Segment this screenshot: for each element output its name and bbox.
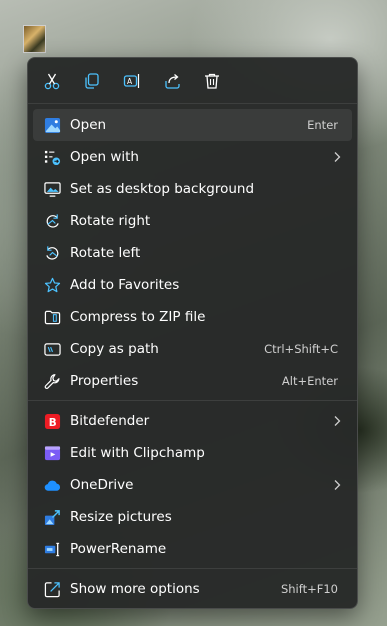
- show-more-options-icon: [43, 580, 61, 598]
- clipchamp-icon: [43, 444, 61, 462]
- rotate-left-icon: [43, 244, 61, 262]
- context-menu: A Open Enter Open with Set as desktop ba…: [27, 57, 358, 609]
- trash-icon: [205, 73, 219, 89]
- menu-item-copy-as-path[interactable]: Copy as path Ctrl+Shift+C: [33, 333, 352, 365]
- menu-divider: [28, 568, 357, 569]
- chevron-right-icon: [334, 416, 341, 426]
- cut-button[interactable]: [40, 69, 64, 93]
- menu-item-label: Copy as path: [70, 341, 159, 357]
- menu-item-set-desktop-background[interactable]: Set as desktop background: [33, 173, 352, 205]
- menu-item-label: Open with: [70, 149, 139, 165]
- menu-item-label: Compress to ZIP file: [70, 309, 206, 325]
- menu-item-label: Bitdefender: [70, 413, 150, 429]
- share-icon: [165, 73, 180, 89]
- menu-item-onedrive[interactable]: OneDrive: [33, 469, 352, 501]
- menu-items: Open Enter Open with Set as desktop back…: [28, 104, 357, 605]
- open-image-icon: [43, 116, 61, 134]
- delete-button[interactable]: [200, 69, 224, 93]
- shortcut-text: Ctrl+Shift+C: [264, 342, 338, 356]
- menu-item-properties[interactable]: Properties Alt+Enter: [33, 365, 352, 397]
- menu-item-label: Add to Favorites: [70, 277, 180, 293]
- copy-button[interactable]: [80, 69, 104, 93]
- menu-item-label: Rotate left: [70, 245, 141, 261]
- zip-folder-icon: [43, 308, 61, 326]
- menu-item-label: Resize pictures: [70, 509, 172, 525]
- copy-path-icon: [43, 340, 61, 358]
- rename-icon: A: [123, 73, 140, 88]
- menu-item-compress-zip[interactable]: Compress to ZIP file: [33, 301, 352, 333]
- chevron-right-icon: [334, 152, 341, 162]
- menu-item-bitdefender[interactable]: B Bitdefender: [33, 405, 352, 437]
- menu-item-label: Edit with Clipchamp: [70, 445, 205, 461]
- rotate-right-icon: [43, 212, 61, 230]
- quick-action-bar: A: [28, 58, 357, 104]
- svg-text:B: B: [48, 416, 56, 428]
- rename-button[interactable]: A: [120, 69, 144, 93]
- shortcut-text: Alt+Enter: [281, 374, 338, 388]
- bitdefender-icon: B: [43, 412, 61, 430]
- menu-divider: [28, 400, 357, 401]
- menu-item-label: OneDrive: [70, 477, 134, 493]
- menu-item-label: Set as desktop background: [70, 181, 255, 197]
- resize-pictures-icon: [43, 508, 61, 526]
- menu-item-rotate-left[interactable]: Rotate left: [33, 237, 352, 269]
- copy-icon: [85, 72, 99, 89]
- menu-item-rotate-right[interactable]: Rotate right: [33, 205, 352, 237]
- menu-item-label: PowerRename: [70, 541, 167, 557]
- chevron-right-icon: [334, 480, 341, 490]
- cut-icon: [44, 73, 60, 89]
- menu-item-open-with[interactable]: Open with: [33, 141, 352, 173]
- powerrename-icon: [43, 540, 61, 558]
- menu-item-label: Properties: [70, 373, 139, 389]
- shortcut-text: Shift+F10: [280, 582, 338, 596]
- selected-image-thumbnail[interactable]: [23, 25, 46, 53]
- desktop-background-icon: [43, 180, 61, 198]
- menu-item-label: Open: [70, 117, 107, 133]
- menu-item-show-more-options[interactable]: Show more options Shift+F10: [33, 573, 352, 605]
- menu-item-powerrename[interactable]: PowerRename: [33, 533, 352, 565]
- open-with-icon: [43, 148, 61, 166]
- shortcut-text: Enter: [307, 118, 338, 132]
- svg-text:A: A: [127, 77, 133, 86]
- wrench-icon: [43, 372, 61, 390]
- menu-item-label: Show more options: [70, 581, 200, 597]
- menu-item-label: Rotate right: [70, 213, 151, 229]
- star-icon: [43, 276, 61, 294]
- menu-item-edit-with-clipchamp[interactable]: Edit with Clipchamp: [33, 437, 352, 469]
- menu-item-open[interactable]: Open Enter: [33, 109, 352, 141]
- menu-item-resize-pictures[interactable]: Resize pictures: [33, 501, 352, 533]
- share-button[interactable]: [160, 69, 184, 93]
- onedrive-cloud-icon: [43, 476, 61, 494]
- menu-item-add-to-favorites[interactable]: Add to Favorites: [33, 269, 352, 301]
